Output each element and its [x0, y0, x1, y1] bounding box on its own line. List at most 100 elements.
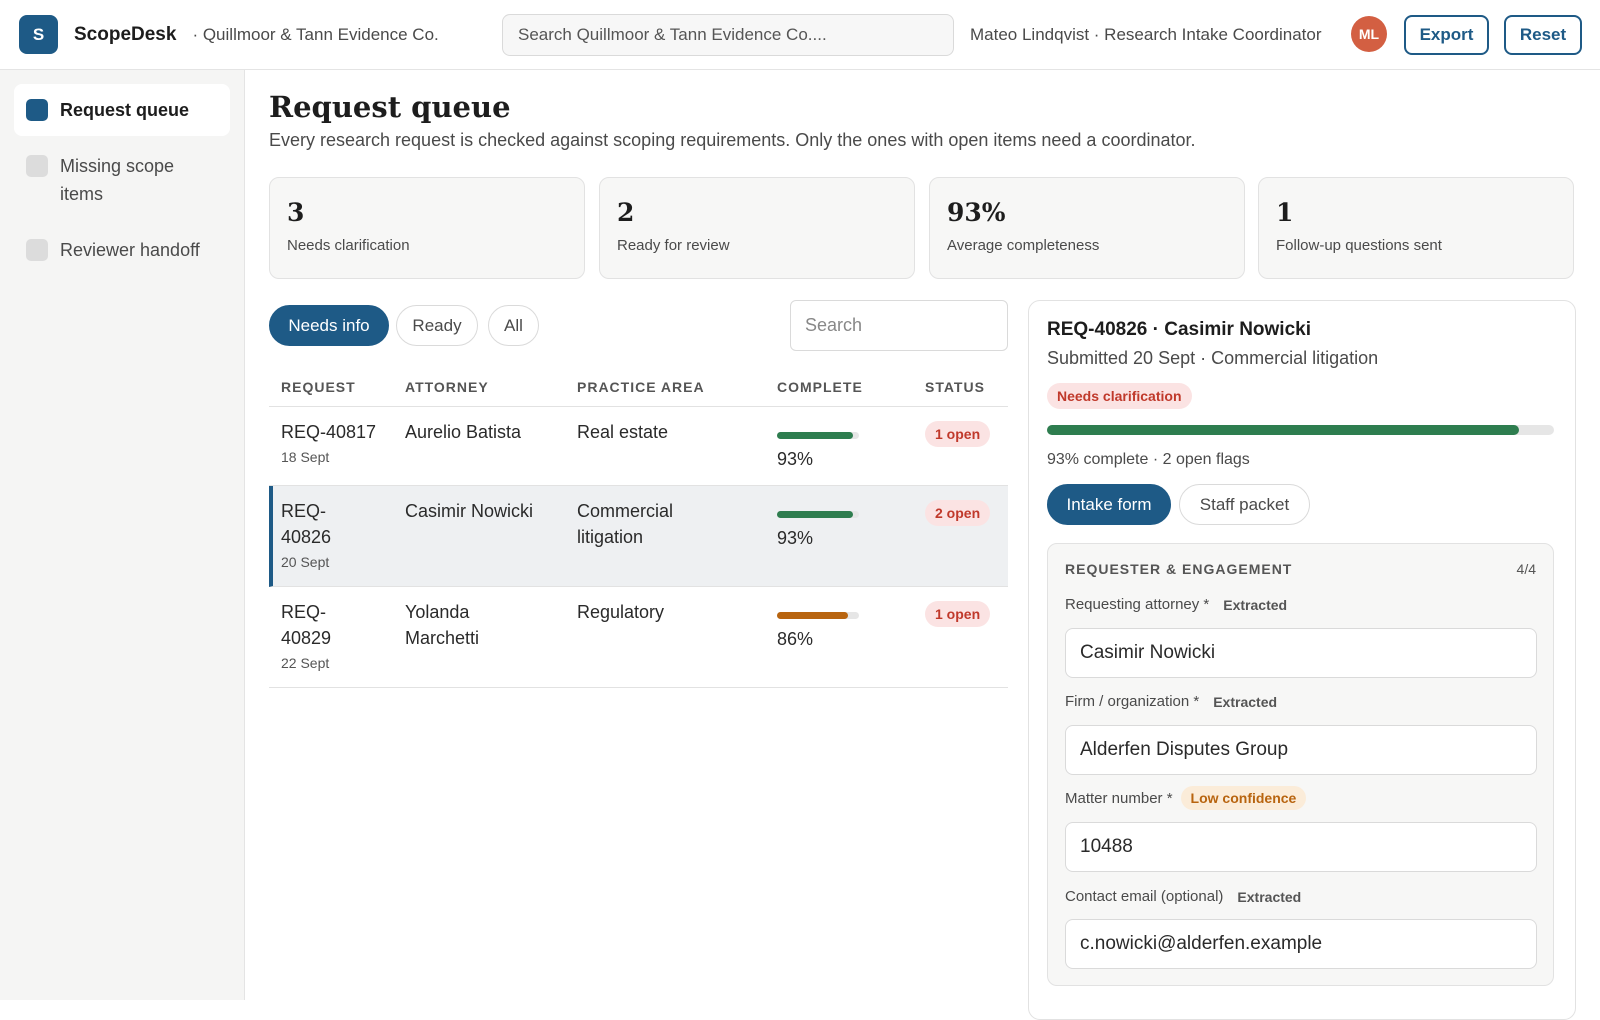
- tab-staff-packet[interactable]: Staff packet: [1179, 484, 1310, 525]
- request-cell: REQ-40817 18 Sept: [281, 419, 376, 467]
- sidebar-item-label: Reviewer handoff: [60, 240, 200, 260]
- firm-organization-field[interactable]: Alderfen Disputes Group: [1065, 725, 1537, 775]
- status-badge: 1 open: [925, 421, 991, 447]
- missing-scope-icon: [26, 155, 48, 177]
- page-subtitle: Every research request is checked agains…: [269, 130, 1196, 150]
- avatar[interactable]: ML: [1351, 16, 1387, 52]
- sidebar-item-label: Request queue: [60, 100, 190, 120]
- stat-value: 93%: [947, 198, 1006, 227]
- stat-card-ready-for-review: 2 Ready for review: [599, 177, 915, 279]
- request-table: REQUEST ATTORNEY PRACTICE AREA COMPLETE …: [269, 364, 1008, 688]
- table-row[interactable]: REQ-40829 22 Sept Yolanda Marchetti Regu…: [269, 587, 1008, 688]
- status-badge: Needs clarification: [1047, 383, 1192, 409]
- field-label-text: Matter number *: [1065, 789, 1173, 807]
- completeness-bar: [777, 511, 859, 518]
- detail-progress-bar: [1047, 425, 1554, 435]
- reset-button[interactable]: Reset: [1504, 15, 1582, 55]
- stat-label: Needs clarification: [287, 237, 410, 254]
- request-cell: REQ-40829 22 Sept: [281, 599, 373, 673]
- detail-progress-fill: [1047, 425, 1519, 435]
- completeness-bar-fill: [777, 432, 854, 439]
- contact-email-field[interactable]: c.nowicki@alderfen.example: [1065, 919, 1537, 969]
- stat-label: Average completeness: [947, 237, 1100, 254]
- practice-area-cell: Commercial litigation: [577, 501, 674, 547]
- attorney-cell: Casimir Nowicki: [405, 501, 534, 521]
- column-header-complete[interactable]: COMPLETE: [777, 379, 863, 395]
- sidebar-item-missing-scope-items[interactable]: Missing scope items: [14, 140, 230, 220]
- section-heading: REQUESTER & ENGAGEMENT: [1065, 561, 1293, 577]
- stat-label: Ready for review: [617, 237, 730, 254]
- stat-value: 2: [617, 198, 635, 227]
- stat-card-needs-clarification: 3 Needs clarification: [269, 177, 585, 279]
- field-label-text: Requesting attorney *: [1065, 596, 1210, 613]
- sidebar-item-label: Missing scope items: [60, 156, 175, 204]
- practice-area-cell: Regulatory: [577, 602, 665, 622]
- requesting-attorney-field[interactable]: Casimir Nowicki: [1065, 628, 1537, 678]
- stat-value: 3: [287, 198, 305, 227]
- table-row[interactable]: REQ-40817 18 Sept Aurelio Batista Real e…: [269, 407, 1008, 486]
- request-date: 18 Sept: [281, 449, 330, 465]
- field-label-matter-number: Matter number * Low confidence: [1065, 786, 1307, 810]
- sidebar: Request queue Missing scope items Review…: [0, 70, 245, 1000]
- attorney-cell: Aurelio Batista: [405, 422, 522, 442]
- request-cell: REQ-40826 20 Sept: [281, 498, 373, 572]
- reviewer-handoff-icon: [26, 239, 48, 261]
- sidebar-item-request-queue[interactable]: Request queue: [14, 84, 230, 136]
- detail-subtitle: Submitted 20 Sept · Commercial litigatio…: [1047, 348, 1379, 368]
- requester-engagement-section: REQUESTER & ENGAGEMENT 4/4 Requesting at…: [1047, 543, 1554, 986]
- stat-card-average-completeness: 93% Average completeness: [929, 177, 1245, 279]
- completeness-bar: [777, 612, 859, 619]
- completeness-value: 93%: [777, 528, 814, 548]
- section-count: 4/4: [1516, 561, 1536, 577]
- field-label-requesting-attorney: Requesting attorney * Extracted: [1065, 596, 1287, 613]
- request-date: 20 Sept: [281, 554, 330, 570]
- completeness-bar: [777, 432, 859, 439]
- completeness-value: 93%: [777, 449, 814, 469]
- app-logo[interactable]: S: [19, 15, 58, 54]
- extracted-tag: Extracted: [1237, 888, 1302, 905]
- extracted-tag: Extracted: [1223, 596, 1288, 613]
- column-header-request[interactable]: REQUEST: [281, 379, 356, 395]
- column-header-attorney[interactable]: ATTORNEY: [405, 379, 489, 395]
- matter-number-field[interactable]: 10488: [1065, 822, 1537, 872]
- request-id: REQ-40826: [281, 501, 332, 547]
- column-header-practice-area[interactable]: PRACTICE AREA: [577, 379, 705, 395]
- filter-chip-all[interactable]: All: [488, 305, 539, 346]
- extracted-tag: Extracted: [1213, 693, 1278, 710]
- request-id: REQ-40817: [281, 422, 377, 442]
- request-detail-panel: REQ-40826 · Casimir Nowicki Submitted 20…: [1028, 300, 1576, 1020]
- field-label-text: Contact email (optional): [1065, 888, 1224, 905]
- filter-chip-needs-info[interactable]: Needs info: [269, 305, 389, 346]
- export-button[interactable]: Export: [1404, 15, 1489, 55]
- field-label-text: Firm / organization *: [1065, 693, 1200, 710]
- page-title: Request queue: [269, 90, 511, 124]
- tab-intake-form[interactable]: Intake form: [1047, 484, 1171, 525]
- status-badge: 1 open: [925, 601, 991, 627]
- organization-name: · Quillmoor & Tann Evidence Co.: [192, 24, 439, 44]
- status-badge: 2 open: [925, 500, 991, 526]
- request-id: REQ-40829: [281, 602, 332, 648]
- filter-chip-ready[interactable]: Ready: [396, 305, 478, 346]
- field-label-contact-email: Contact email (optional) Extracted: [1065, 888, 1301, 905]
- completeness-bar-fill: [777, 511, 854, 518]
- field-label-firm-organization: Firm / organization * Extracted: [1065, 693, 1277, 710]
- completeness-bar-fill: [777, 612, 848, 619]
- request-date: 22 Sept: [281, 655, 330, 671]
- practice-area-cell: Real estate: [577, 422, 669, 442]
- detail-title: REQ-40826 · Casimir Nowicki: [1047, 319, 1311, 340]
- global-search-input[interactable]: Search Quillmoor & Tann Evidence Co....: [502, 14, 954, 56]
- column-header-status[interactable]: STATUS: [925, 379, 985, 395]
- table-header: REQUEST ATTORNEY PRACTICE AREA COMPLETE …: [269, 364, 1008, 407]
- detail-progress-meta: 93% complete · 2 open flags: [1047, 451, 1250, 468]
- main-content: Request queue Every research request is …: [245, 70, 1600, 1020]
- table-row[interactable]: REQ-40826 20 Sept Casimir Nowicki Commer…: [269, 486, 1008, 587]
- completeness-value: 86%: [777, 629, 814, 649]
- user-name: Mateo Lindqvist · Research Intake Coordi…: [970, 25, 1322, 44]
- request-search-input[interactable]: Search: [790, 300, 1008, 351]
- stat-value: 1: [1276, 198, 1294, 227]
- sidebar-item-reviewer-handoff[interactable]: Reviewer handoff: [14, 224, 230, 276]
- attorney-cell: Yolanda Marchetti: [405, 602, 480, 648]
- request-queue-icon: [26, 99, 48, 121]
- app-name: ScopeDesk: [74, 23, 177, 45]
- stat-label: Follow-up questions sent: [1276, 237, 1442, 254]
